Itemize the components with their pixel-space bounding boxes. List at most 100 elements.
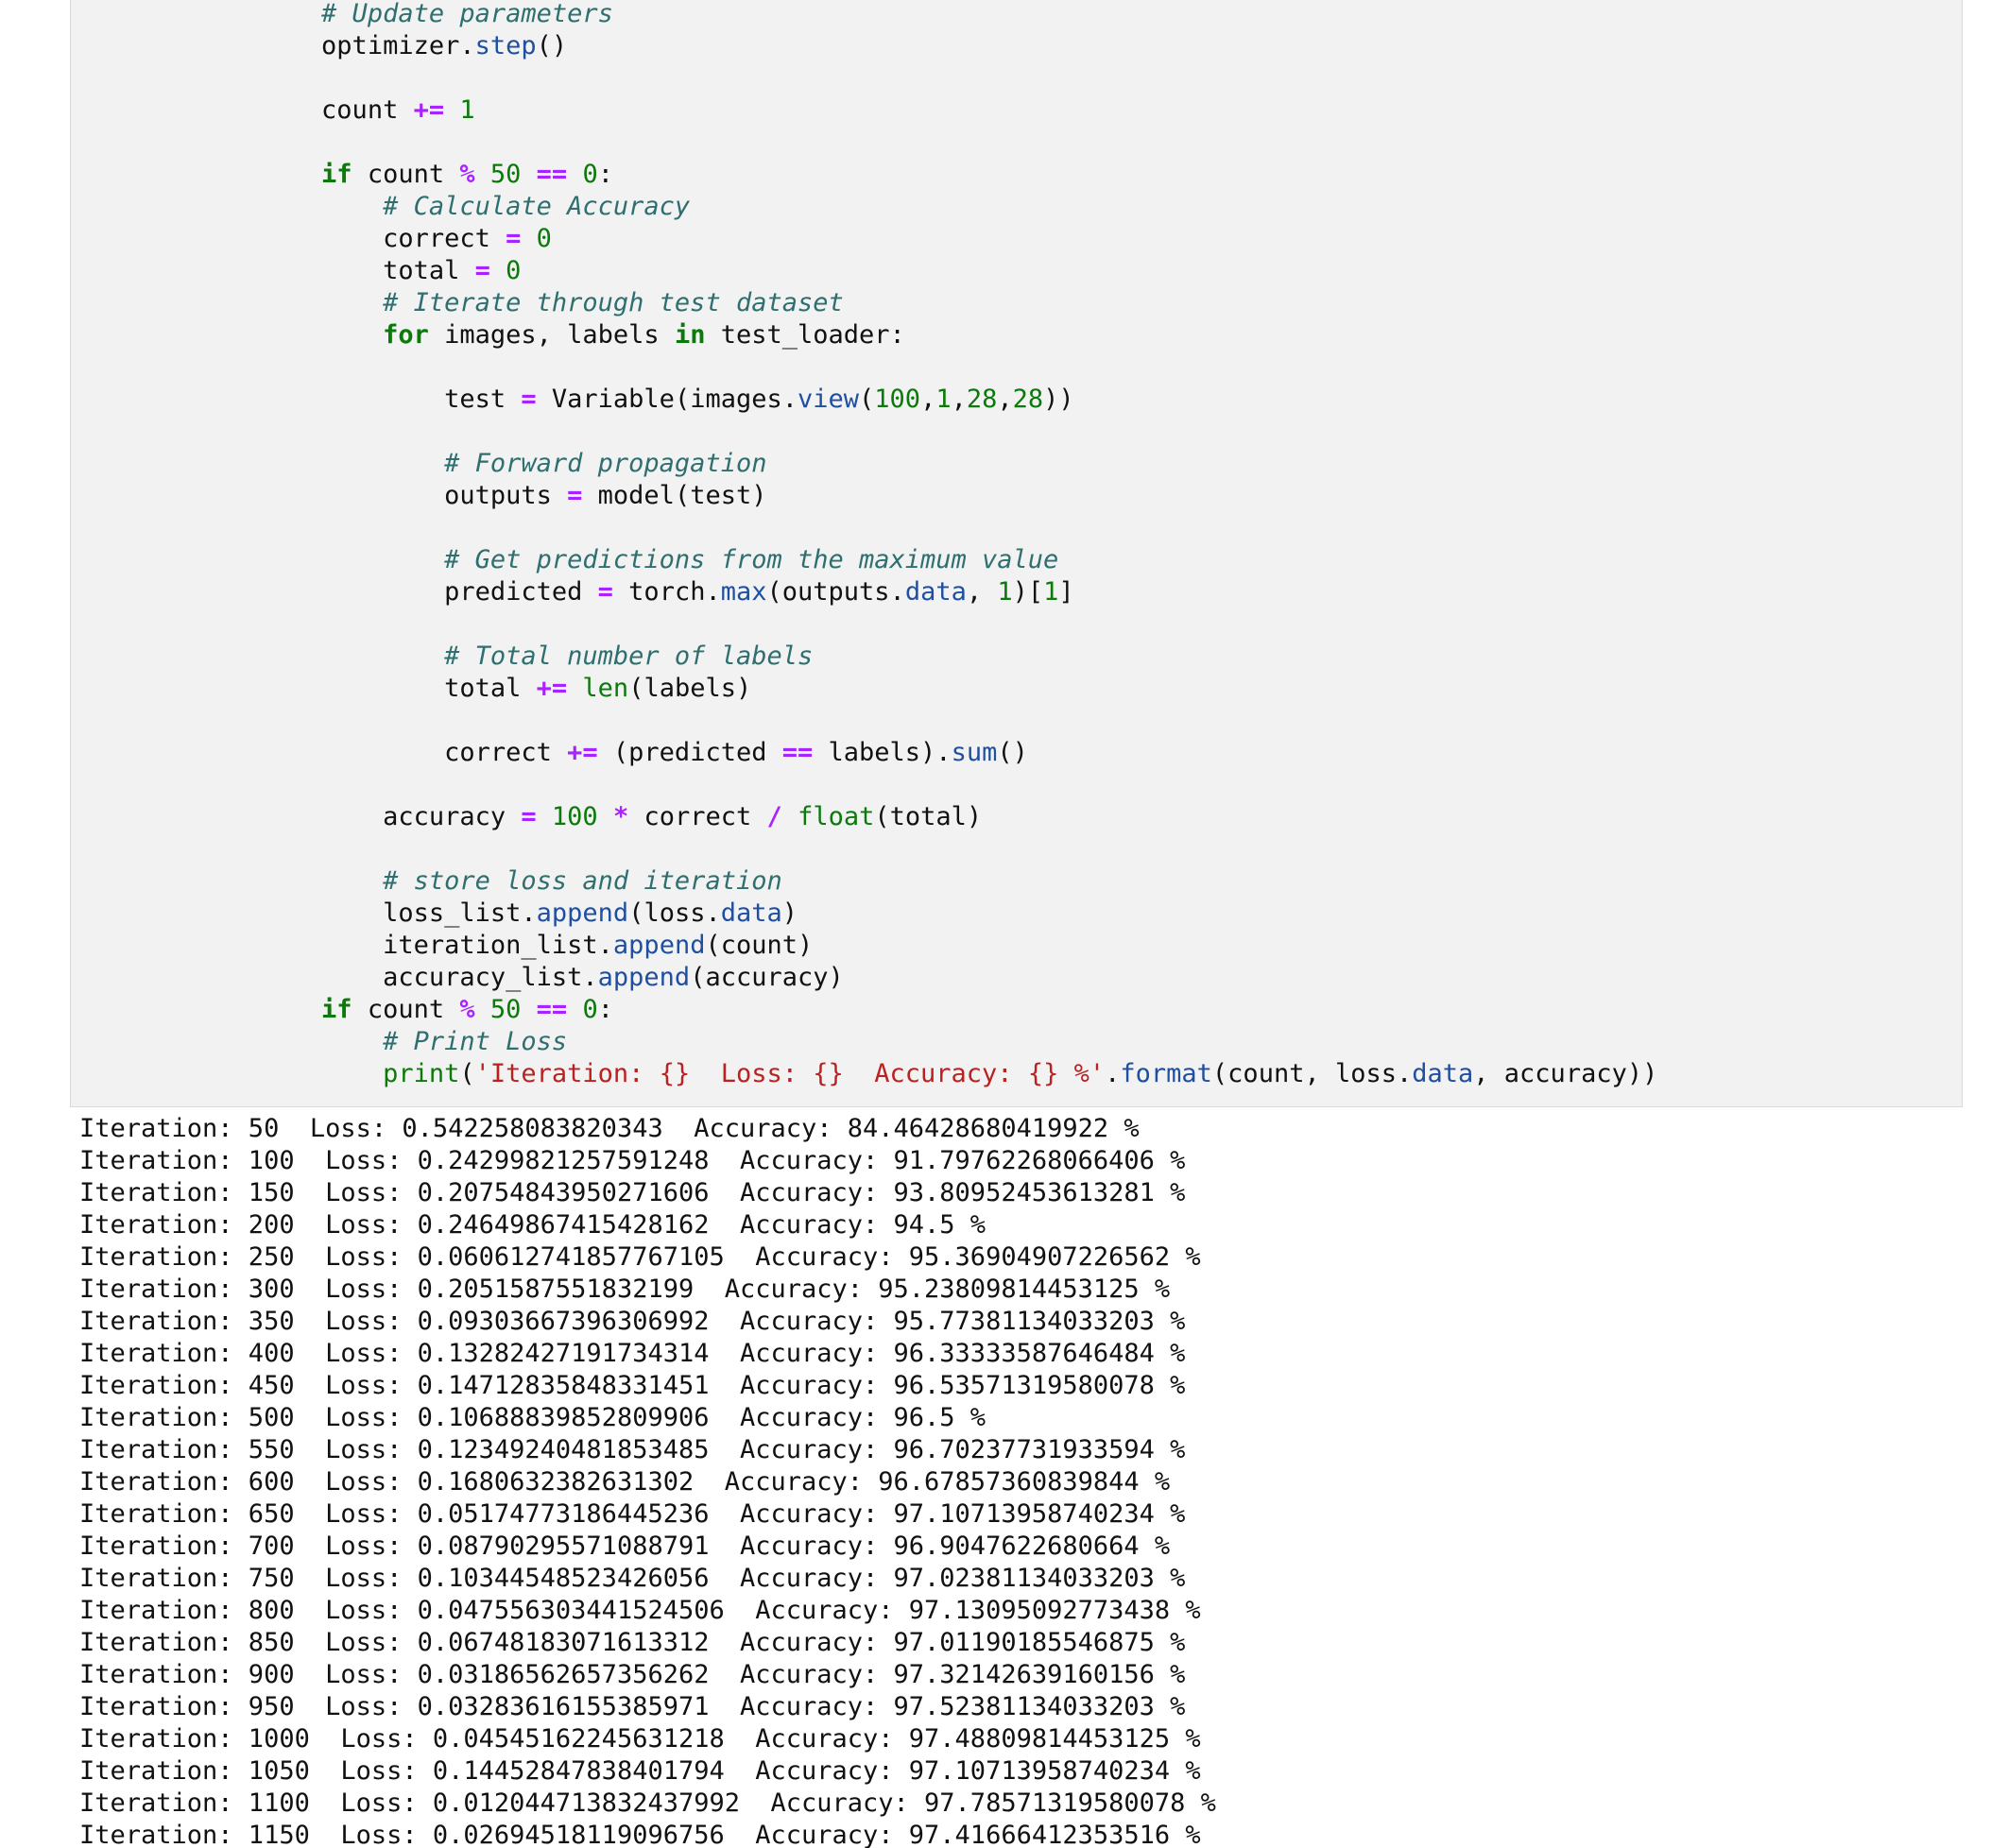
code-token: for — [383, 320, 429, 350]
code-token: (loss. — [628, 898, 721, 928]
code-line: correct = 0 — [198, 223, 552, 255]
code-line: correct += (predicted == labels).sum() — [198, 737, 1028, 769]
code-token: 50 — [489, 160, 522, 189]
code-token: correct — [383, 224, 506, 253]
code-token: () — [997, 738, 1028, 767]
output-line: Iteration: 450 Loss: 0.14712835848331451… — [79, 1371, 1186, 1400]
code-token: (outputs. — [766, 577, 905, 607]
code-token: )[ — [1012, 577, 1044, 607]
code-token: accuracy — [383, 802, 522, 831]
code-token: % — [459, 160, 475, 189]
code-token: * — [612, 802, 629, 831]
code-line: # Total number of labels — [198, 641, 813, 673]
code-token: append — [612, 931, 706, 960]
code-token: += — [536, 674, 568, 703]
output-line: Iteration: 850 Loss: 0.06748183071613312… — [79, 1628, 1186, 1657]
code-token: : — [597, 995, 613, 1024]
output-line: Iteration: 750 Loss: 0.10344548523426056… — [79, 1564, 1186, 1593]
code-token: )) — [1043, 385, 1074, 414]
code-token: # Forward propagation — [444, 449, 767, 478]
code-token: = — [521, 802, 537, 831]
code-line: total = 0 — [198, 255, 521, 287]
code-token: 1 — [997, 577, 1013, 607]
code-token: if — [321, 995, 352, 1024]
code-token: 0 — [506, 256, 522, 285]
code-token: = — [567, 481, 583, 510]
code-token: , accuracy)) — [1473, 1059, 1658, 1088]
output-line: Iteration: 550 Loss: 0.12349240481853485… — [79, 1435, 1186, 1464]
code-token: in — [674, 320, 706, 350]
code-token: torch. — [612, 577, 721, 607]
output-line: Iteration: 600 Loss: 0.1680632382631302 … — [79, 1467, 1171, 1497]
code-token: if — [321, 160, 352, 189]
code-token: 'Iteration: {} Loss: {} Accuracy: {} %' — [474, 1059, 1106, 1088]
output-line: Iteration: 650 Loss: 0.05174773186445236… — [79, 1499, 1186, 1529]
code-line: # Calculate Accuracy — [198, 191, 690, 223]
code-token: ( — [459, 1059, 475, 1088]
code-token: outputs — [444, 481, 568, 510]
code-line: print('Iteration: {} Loss: {} Accuracy: … — [198, 1058, 1657, 1090]
code-line: # Iterate through test dataset — [198, 287, 844, 319]
code-token: predicted — [444, 577, 598, 607]
code-token: , — [920, 385, 936, 414]
code-token: count — [352, 995, 460, 1024]
output-line: Iteration: 1150 Loss: 0.0269451811909675… — [79, 1821, 1201, 1848]
output-line: Iteration: 900 Loss: 0.03186562657356262… — [79, 1660, 1186, 1689]
code-token: 0 — [582, 160, 598, 189]
code-token: sum — [951, 738, 998, 767]
code-token: () — [536, 31, 568, 60]
code-line: accuracy = 100 * correct / float(total) — [198, 801, 982, 833]
code-line: if count % 50 == 0: — [198, 159, 613, 191]
code-line: # Update parameters — [198, 0, 613, 30]
code-token: Variable(images. — [536, 385, 798, 414]
code-token: total — [383, 256, 475, 285]
code-token: ) — [781, 898, 798, 928]
output-line: Iteration: 300 Loss: 0.2051587551832199 … — [79, 1275, 1171, 1304]
code-token: model(test) — [582, 481, 767, 510]
code-token: 28 — [966, 385, 998, 414]
notebook-page: # Update parameters optimizer.step() cou… — [0, 0, 1990, 1848]
code-token: # Get predictions from the maximum value — [444, 545, 1059, 574]
code-token: 100 — [874, 385, 921, 414]
code-line: # Forward propagation — [198, 448, 766, 480]
code-token: ] — [1058, 577, 1074, 607]
code-token: == — [781, 738, 814, 767]
output-line: Iteration: 500 Loss: 0.10688839852809906… — [79, 1403, 986, 1432]
code-line: predicted = torch.max(outputs.data, 1)[1… — [198, 576, 1074, 608]
output-line: Iteration: 250 Loss: 0.06061274185776710… — [79, 1242, 1201, 1272]
code-token: (accuracy) — [690, 963, 844, 992]
output-line: Iteration: 350 Loss: 0.09303667396306992… — [79, 1307, 1186, 1336]
code-token: loss_list. — [383, 898, 537, 928]
code-line: test = Variable(images.view(100,1,28,28)… — [198, 384, 1074, 416]
code-token: % — [459, 995, 475, 1024]
code-cell[interactable]: # Update parameters optimizer.step() cou… — [70, 0, 1963, 1107]
code-line: accuracy_list.append(accuracy) — [198, 962, 844, 994]
code-token: len — [582, 674, 629, 703]
code-token: 1 — [1043, 577, 1059, 607]
code-token: total — [444, 674, 537, 703]
code-token: # Print Loss — [383, 1027, 568, 1056]
code-token: append — [536, 898, 629, 928]
output-line: Iteration: 800 Loss: 0.04755630344152450… — [79, 1596, 1201, 1625]
code-token: (count) — [705, 931, 814, 960]
code-token: = — [506, 224, 522, 253]
code-token: step — [474, 31, 537, 60]
output-line: Iteration: 400 Loss: 0.13282427191734314… — [79, 1339, 1186, 1368]
code-token: . — [1105, 1059, 1121, 1088]
code-token: # Calculate Accuracy — [383, 192, 691, 221]
code-token: = — [597, 577, 613, 607]
code-token: 1 — [935, 385, 952, 414]
